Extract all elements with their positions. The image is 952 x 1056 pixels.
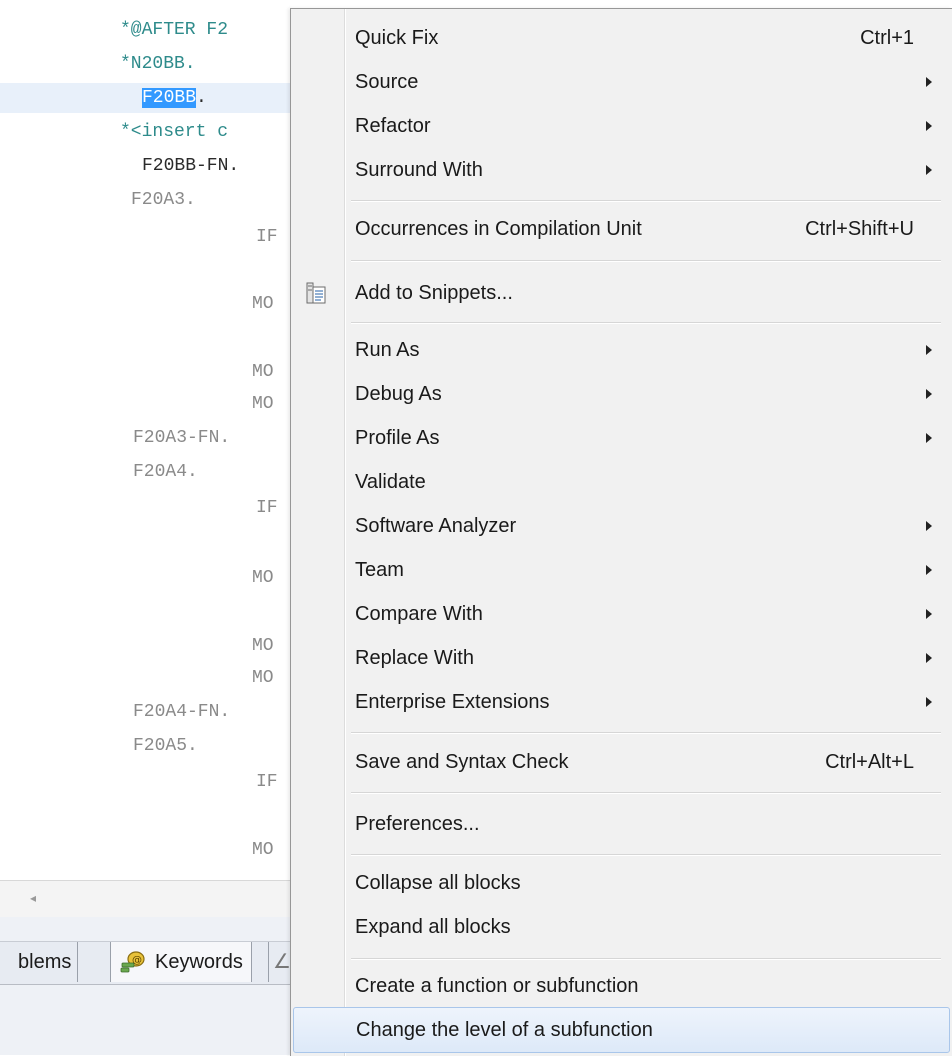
context-menu: Quick Fix Ctrl+1 Source Refactor Surroun… bbox=[290, 8, 952, 1056]
code-line[interactable]: IF bbox=[256, 493, 278, 523]
menu-separator bbox=[351, 854, 941, 856]
code-line[interactable]: F20A4-FN. bbox=[133, 697, 230, 727]
menu-item-occurrences[interactable]: Occurrences in Compilation Unit Ctrl+Shi… bbox=[291, 207, 952, 251]
menu-item-source[interactable]: Source bbox=[291, 60, 952, 104]
selected-text[interactable]: F20BB bbox=[142, 88, 197, 108]
menu-item-label: Debug As bbox=[355, 383, 442, 405]
menu-separator bbox=[351, 200, 941, 202]
menu-item-label: Profile As bbox=[355, 427, 440, 449]
menu-item-label: Expand all blocks bbox=[355, 916, 511, 938]
menu-item-change-subfunction-level[interactable]: Change the level of a subfunction bbox=[293, 1007, 950, 1053]
code-line[interactable]: F20BB-FN. bbox=[142, 151, 239, 181]
code-line[interactable]: MO bbox=[252, 563, 274, 593]
submenu-arrow-icon bbox=[926, 165, 932, 175]
menu-item-create-function[interactable]: Create a function or subfunction bbox=[291, 964, 952, 1008]
menu-item-label: Add to Snippets... bbox=[355, 282, 513, 304]
menu-item-debug-as[interactable]: Debug As bbox=[291, 372, 952, 416]
keywords-icon: @ bbox=[120, 951, 145, 973]
menu-item-label: Software Analyzer bbox=[355, 515, 517, 537]
menu-item-label: Source bbox=[355, 71, 419, 93]
submenu-arrow-icon bbox=[926, 121, 932, 131]
menu-separator bbox=[351, 958, 941, 960]
submenu-arrow-icon bbox=[926, 653, 932, 663]
code-line[interactable]: MO bbox=[252, 389, 274, 419]
submenu-arrow-icon bbox=[926, 77, 932, 87]
menu-item-team[interactable]: Team bbox=[291, 548, 952, 592]
code-line-current[interactable]: F20BB. bbox=[142, 83, 207, 113]
submenu-arrow-icon bbox=[926, 609, 932, 619]
menu-item-label: Create a function or subfunction bbox=[355, 975, 639, 997]
menu-item-label: Enterprise Extensions bbox=[355, 691, 550, 713]
menu-item-preferences[interactable]: Preferences... bbox=[291, 802, 952, 846]
code-line[interactable]: MO bbox=[252, 663, 274, 693]
menu-item-label: Compare With bbox=[355, 603, 483, 625]
menu-item-compare-with[interactable]: Compare With bbox=[291, 592, 952, 636]
code-line[interactable]: MO bbox=[252, 289, 274, 319]
menu-item-label: Refactor bbox=[355, 115, 431, 137]
menu-item-run-as[interactable]: Run As bbox=[291, 328, 952, 372]
code-line[interactable]: *@AFTER F2 bbox=[120, 15, 228, 45]
menu-item-surround-with[interactable]: Surround With bbox=[291, 148, 952, 192]
tab-keywords[interactable]: @ Keywords bbox=[110, 942, 252, 982]
status-area bbox=[0, 1013, 300, 1055]
submenu-arrow-icon bbox=[926, 565, 932, 575]
menu-separator bbox=[351, 322, 941, 324]
menu-item-label: Preferences... bbox=[355, 813, 480, 835]
code-line[interactable]: F20A3-FN. bbox=[133, 423, 230, 453]
menu-item-refactor[interactable]: Refactor bbox=[291, 104, 952, 148]
menu-item-shortcut: Ctrl+Shift+U bbox=[805, 218, 914, 240]
menu-item-profile-as[interactable]: Profile As bbox=[291, 416, 952, 460]
code-line[interactable]: F20A3. bbox=[131, 185, 196, 215]
code-line[interactable]: IF bbox=[256, 222, 278, 252]
submenu-arrow-icon bbox=[926, 389, 932, 399]
tab-label: ∠ bbox=[273, 951, 291, 973]
code-line[interactable]: MO bbox=[252, 835, 274, 865]
menu-item-label: Change the level of a subfunction bbox=[356, 1019, 653, 1041]
menu-item-collapse-all-blocks[interactable]: Collapse all blocks bbox=[291, 861, 952, 905]
menu-item-label: Run As bbox=[355, 339, 420, 361]
menu-item-label: Replace With bbox=[355, 647, 474, 669]
menu-item-label: Save and Syntax Check bbox=[355, 751, 569, 773]
submenu-arrow-icon bbox=[926, 345, 932, 355]
submenu-arrow-icon bbox=[926, 433, 932, 443]
menu-item-validate[interactable]: Validate bbox=[291, 460, 952, 504]
code-line[interactable]: *<insert c bbox=[120, 117, 228, 147]
menu-item-label: Validate bbox=[355, 471, 426, 493]
code-line[interactable]: F20A5. bbox=[133, 731, 198, 761]
menu-item-label: Collapse all blocks bbox=[355, 872, 521, 894]
menu-item-save-and-syntax-check[interactable]: Save and Syntax Check Ctrl+Alt+L bbox=[291, 740, 952, 784]
menu-item-quick-fix[interactable]: Quick Fix Ctrl+1 bbox=[291, 16, 952, 60]
menu-item-software-analyzer[interactable]: Software Analyzer bbox=[291, 504, 952, 548]
tab-label: Keywords bbox=[155, 951, 243, 973]
menu-item-label: Surround With bbox=[355, 159, 483, 181]
menu-separator bbox=[351, 792, 941, 794]
code-line[interactable]: F20A4. bbox=[133, 457, 198, 487]
menu-item-expand-all-blocks[interactable]: Expand all blocks bbox=[291, 905, 952, 949]
menu-item-replace-with[interactable]: Replace With bbox=[291, 636, 952, 680]
view-tab-bar: blems @ Keywords ∠ bbox=[0, 941, 300, 985]
menu-item-add-to-snippets[interactable]: Add to Snippets... bbox=[291, 271, 952, 315]
menu-separator bbox=[351, 260, 941, 262]
tab-label: blems bbox=[18, 951, 72, 973]
menu-item-shortcut: Ctrl+1 bbox=[860, 27, 914, 49]
code-line[interactable]: *N20BB. bbox=[120, 49, 196, 79]
menu-item-label: Quick Fix bbox=[355, 27, 439, 49]
bottom-view-panel: blems @ Keywords ∠ bbox=[0, 917, 300, 1013]
code-line[interactable]: MO bbox=[252, 631, 274, 661]
tab-problems[interactable]: blems bbox=[0, 942, 79, 982]
menu-item-label: Occurrences in Compilation Unit bbox=[355, 218, 642, 240]
code-line[interactable]: IF bbox=[256, 767, 278, 797]
code-text: . bbox=[196, 88, 207, 108]
menu-item-label: Team bbox=[355, 559, 404, 581]
menu-item-shortcut: Ctrl+Alt+L bbox=[825, 751, 914, 773]
menu-item-enterprise-extensions[interactable]: Enterprise Extensions bbox=[291, 680, 952, 724]
menu-separator bbox=[351, 732, 941, 734]
submenu-arrow-icon bbox=[926, 521, 932, 531]
snippet-icon bbox=[306, 282, 326, 304]
horizontal-scrollbar[interactable]: ◂ bbox=[0, 880, 300, 918]
submenu-arrow-icon bbox=[926, 697, 932, 707]
scroll-left-arrow-icon[interactable]: ◂ bbox=[30, 891, 36, 905]
code-line[interactable]: MO bbox=[252, 357, 274, 387]
